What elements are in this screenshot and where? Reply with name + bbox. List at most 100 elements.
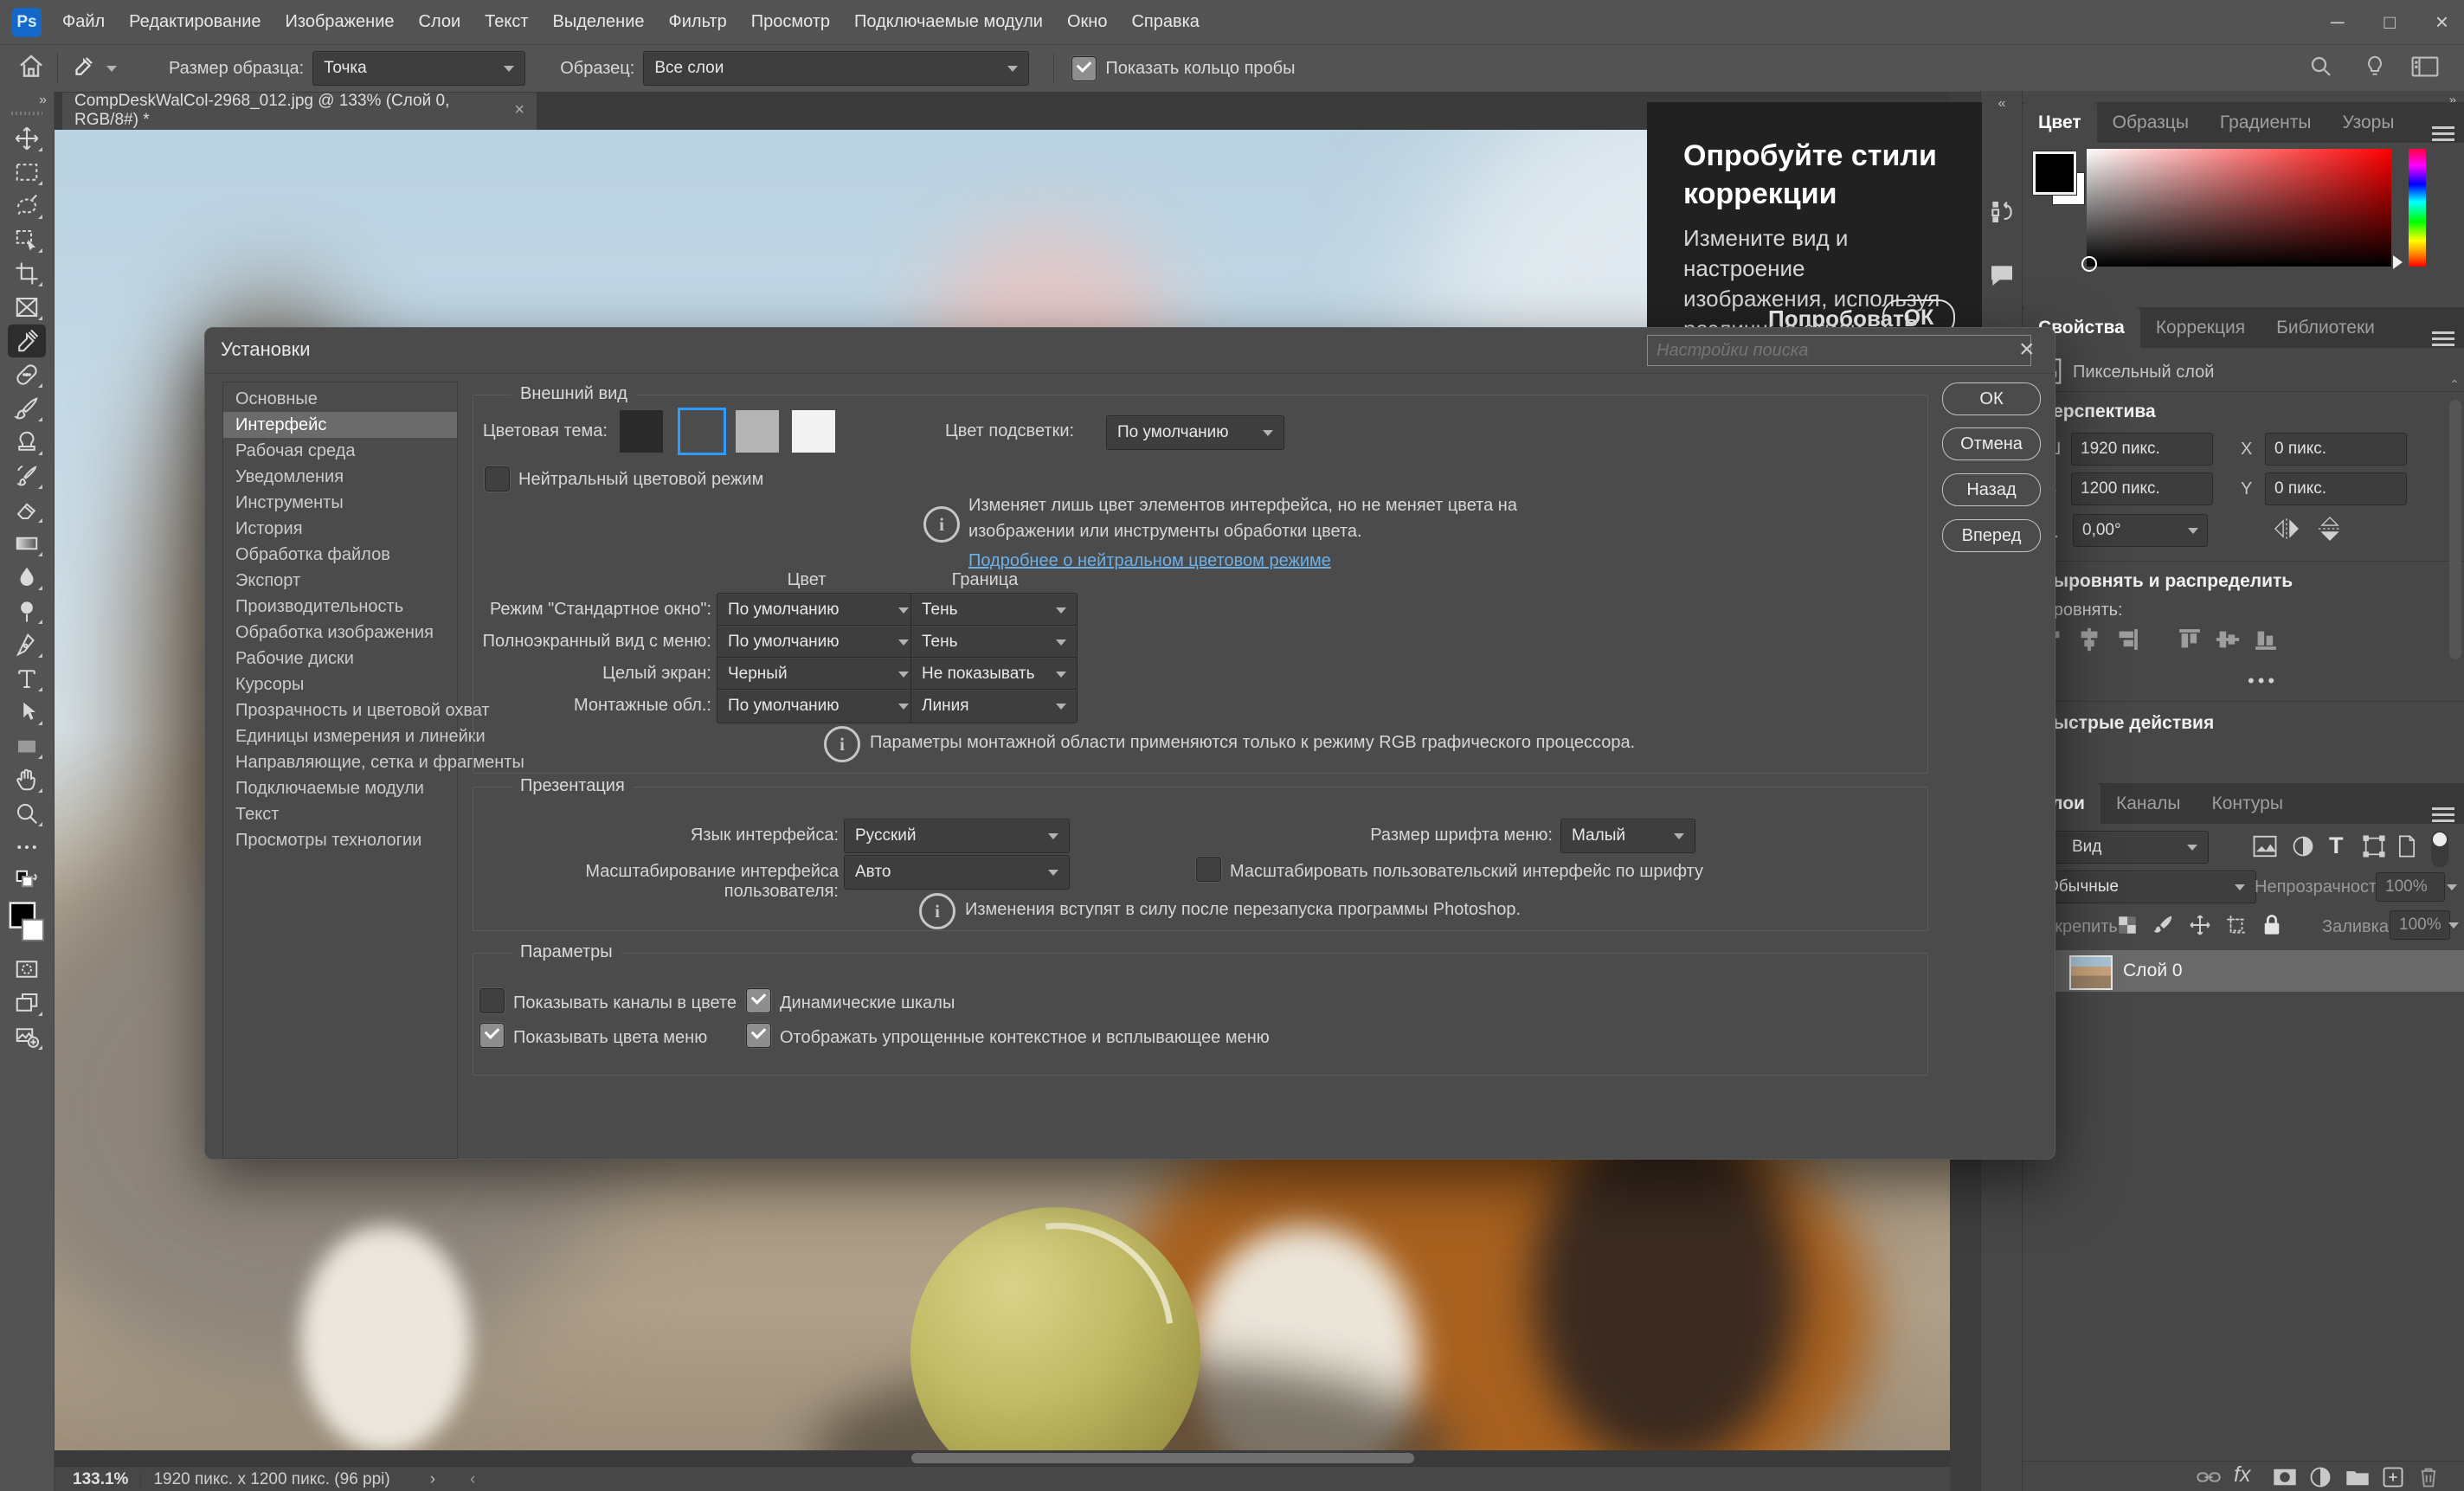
fullscreen-menu-border-dropdown[interactable]: Тень [910, 625, 1078, 659]
align-right-icon[interactable] [2114, 627, 2142, 654]
menu-filter[interactable]: Фильтр [657, 12, 739, 32]
search-icon[interactable] [2308, 54, 2334, 84]
pref-item-scratch-disks[interactable]: Рабочие диски [223, 646, 457, 672]
eyedropper-option-icon[interactable] [70, 54, 96, 84]
pref-item-performance[interactable]: Производительность [223, 594, 457, 620]
artboard-color-dropdown[interactable]: По умолчанию [717, 689, 920, 723]
layer-filter-dropdown[interactable]: Вид [2035, 831, 2209, 864]
tab-paths[interactable]: Контуры [2197, 783, 2299, 824]
more-options-icon[interactable]: ••• [2248, 670, 2278, 692]
pref-item-transparency-gamut[interactable]: Прозрачность и цветовой охват [223, 697, 457, 723]
filter-type-layers-icon[interactable]: T [2329, 832, 2344, 859]
add-image-icon[interactable] [8, 1020, 46, 1053]
rectangle-tool[interactable] [8, 729, 46, 762]
zoom-tool[interactable] [8, 797, 46, 830]
neutral-color-mode-checkbox[interactable] [485, 466, 510, 492]
brush-tool[interactable] [8, 392, 46, 425]
pref-item-units-rulers[interactable]: Единицы измерения и линейки [223, 723, 457, 749]
ok-button[interactable]: ОК [1942, 382, 2041, 415]
zoom-level[interactable]: 133.1% [73, 1470, 128, 1489]
lock-pixels-icon[interactable] [2152, 914, 2175, 936]
back-button[interactable]: Назад [1942, 473, 2041, 506]
hue-slider-thumb[interactable] [2393, 255, 2403, 269]
filter-shape-layers-icon[interactable] [2362, 834, 2386, 858]
maximize-icon[interactable]: □ [2384, 11, 2396, 34]
sample-dropdown[interactable]: Все слои [643, 51, 1029, 86]
tab-adjustments[interactable]: Коррекция [2140, 307, 2261, 348]
expand-panels-icon[interactable]: « [1981, 91, 2023, 112]
scroll-up-icon[interactable]: ⌃ [2449, 377, 2460, 392]
chevron-down-icon[interactable] [2447, 884, 2457, 890]
theme-swatch-lightest[interactable] [792, 410, 835, 453]
pref-item-export[interactable]: Экспорт [223, 568, 457, 594]
crop-tool[interactable] [8, 257, 46, 290]
menu-help[interactable]: Справка [1119, 12, 1211, 32]
layer-name[interactable]: Слой 0 [2123, 961, 2183, 981]
new-group-icon[interactable] [2345, 1466, 2371, 1488]
spot-healing-brush-tool[interactable] [8, 358, 46, 391]
screen-mode-icon[interactable] [8, 987, 46, 1019]
pen-tool[interactable] [8, 628, 46, 661]
chevron-down-icon[interactable] [2448, 922, 2459, 929]
pref-item-cursors[interactable]: Курсоры [223, 672, 457, 697]
flip-horizontal-icon[interactable] [2272, 516, 2301, 542]
height-field[interactable]: 1200 пикс. [2071, 472, 2213, 505]
panel-menu-icon[interactable] [2432, 807, 2454, 822]
theme-swatch-darkest[interactable] [620, 410, 663, 453]
filter-toggle[interactable] [2431, 831, 2448, 867]
foreground-color-swatch[interactable] [2033, 151, 2076, 195]
minimize-icon[interactable]: ─ [2331, 11, 2345, 34]
tab-gradients[interactable]: Градиенты [2204, 102, 2327, 143]
delete-layer-icon[interactable] [2417, 1465, 2440, 1489]
flip-vertical-icon[interactable] [2315, 516, 2345, 542]
dialog-close-icon[interactable]: × [2019, 335, 2035, 364]
panel-menu-icon[interactable] [2432, 331, 2454, 346]
workspace-switcher-icon[interactable] [2410, 54, 2440, 84]
edit-toolbar-icon[interactable] [8, 831, 46, 864]
dodge-tool[interactable] [8, 594, 46, 627]
document-tab[interactable]: CompDeskWalCol-2968_012.jpg @ 133% (Слой… [62, 91, 537, 130]
cancel-button[interactable]: Отмена [1942, 427, 2041, 460]
menu-view[interactable]: Просмотр [739, 12, 842, 32]
fill-field[interactable]: 100% [2390, 910, 2450, 940]
new-layer-icon[interactable] [2381, 1465, 2405, 1489]
discover-lightbulb-icon[interactable] [2362, 54, 2388, 84]
width-field[interactable]: 1920 пикс. [2071, 433, 2213, 466]
default-colors-icon[interactable] [8, 864, 46, 897]
pref-item-workspace[interactable]: Рабочая среда [223, 438, 457, 464]
ui-scaling-dropdown[interactable]: Авто [844, 855, 1070, 890]
history-brush-tool[interactable] [8, 460, 46, 492]
lock-position-icon[interactable] [2189, 914, 2211, 936]
pref-item-interface[interactable]: Интерфейс [223, 412, 457, 438]
blend-mode-dropdown[interactable]: Обычные [2035, 871, 2256, 903]
align-center-h-icon[interactable] [2076, 627, 2104, 654]
eraser-tool[interactable] [8, 493, 46, 526]
pref-item-history[interactable]: История [223, 516, 457, 542]
horizontal-scrollbar[interactable] [54, 1450, 1950, 1466]
tab-channels[interactable]: Каналы [2101, 783, 2197, 824]
tab-color[interactable]: Цвет [2023, 102, 2097, 143]
filter-adjustment-layers-icon[interactable] [2291, 834, 2315, 858]
align-middle-v-icon[interactable] [2215, 627, 2242, 654]
layer-row[interactable]: Слой 0 [2023, 950, 2464, 992]
rectangular-marquee-tool[interactable] [8, 156, 46, 189]
pref-item-notifications[interactable]: Уведомления [223, 464, 457, 490]
hue-slider[interactable] [2409, 149, 2426, 267]
menu-plugins[interactable]: Подключаемые модули [842, 12, 1055, 32]
gradient-tool[interactable] [8, 527, 46, 560]
menu-window[interactable]: Окно [1055, 12, 1119, 32]
pref-item-image-processing[interactable]: Обработка изображения [223, 620, 457, 646]
artboard-border-dropdown[interactable]: Линия [910, 689, 1078, 723]
filter-smart-objects-icon[interactable] [2395, 834, 2419, 858]
close-window-icon[interactable]: × [2435, 9, 2448, 35]
properties-scrollbar[interactable] [2449, 400, 2461, 659]
fullscreen-border-dropdown[interactable]: Не показывать [910, 657, 1078, 691]
layer-thumbnail[interactable] [2069, 955, 2113, 990]
layer-effects-icon[interactable]: fx [2234, 1462, 2250, 1488]
menu-font-size-dropdown[interactable]: Малый [1560, 819, 1695, 853]
theme-swatch-light[interactable] [736, 410, 779, 453]
tab-patterns[interactable]: Узоры [2326, 102, 2409, 143]
highlight-color-dropdown[interactable]: По умолчанию [1106, 415, 1284, 450]
pref-item-file-handling[interactable]: Обработка файлов [223, 542, 457, 568]
statusbar-flyout-icon[interactable]: › [430, 1470, 435, 1489]
